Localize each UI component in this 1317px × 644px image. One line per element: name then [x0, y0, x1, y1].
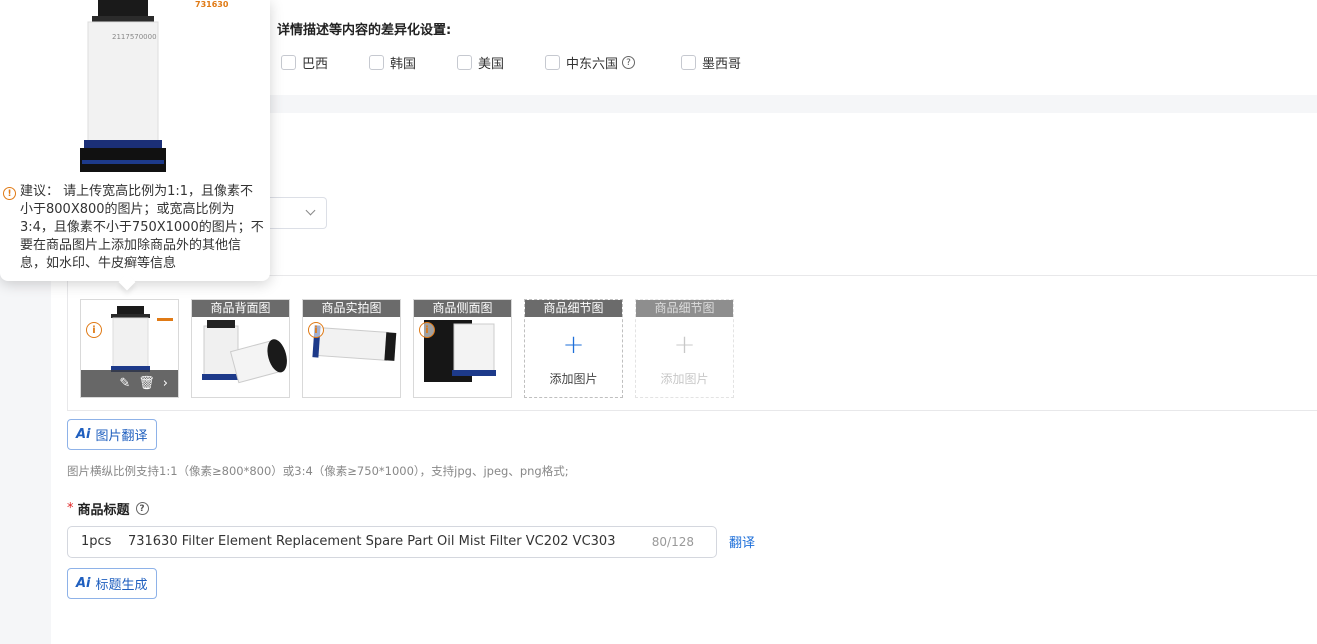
- brand-number: 731630: [195, 0, 229, 9]
- trash-icon[interactable]: 🗑: [138, 376, 155, 391]
- add-image-text: 添加图片: [660, 372, 709, 386]
- image-format-hint: 图片横纵比例支持1:1（像素≥800*800）或3:4（像素≥750*1000）…: [67, 464, 569, 478]
- chevron-right-icon[interactable]: ›: [163, 376, 168, 391]
- char-count: 80/128: [651, 535, 694, 549]
- region-option-label: 墨西哥: [702, 57, 742, 72]
- product-code: 2117570000: [112, 33, 157, 41]
- region-option-label: 美国: [478, 57, 505, 72]
- checkbox[interactable]: [369, 55, 384, 70]
- ai-icon: Ai: [76, 576, 91, 591]
- edit-icon[interactable]: ✎: [119, 376, 130, 391]
- region-option-korea[interactable]: 韩国: [369, 53, 416, 72]
- image-slot-back[interactable]: 商品背面图: [191, 299, 290, 398]
- add-image-text: 添加图片: [549, 372, 598, 386]
- image-tools-bar: ✎ 🗑 ›: [81, 370, 178, 397]
- help-icon[interactable]: ?: [622, 56, 636, 69]
- plus-icon: +: [673, 330, 696, 360]
- info-icon: !: [3, 187, 16, 200]
- image-translate-button[interactable]: Ai 图片翻译: [67, 419, 157, 450]
- region-option-usa[interactable]: 美国: [457, 53, 504, 72]
- product-title-value: 1pcs 731630 Filter Element Replacement S…: [81, 534, 616, 549]
- region-option-mexico[interactable]: 墨西哥: [681, 53, 741, 72]
- plus-icon: +: [562, 330, 585, 360]
- filter-preview-image: [80, 0, 166, 172]
- button-label: 图片翻译: [95, 429, 148, 444]
- product-title-text: 商品标题: [77, 503, 130, 518]
- warning-icon[interactable]: i: [308, 322, 324, 338]
- checkbox[interactable]: [681, 55, 696, 70]
- image-slot-label: 商品背面图: [192, 300, 289, 317]
- ai-icon: Ai: [76, 427, 91, 442]
- category-select[interactable]: [266, 197, 327, 229]
- image-slot-label: 商品细节图: [636, 300, 733, 317]
- translate-link[interactable]: 翻译: [729, 532, 755, 551]
- chevron-down-icon: [305, 205, 316, 216]
- product-title-label: * 商品标题 ?: [67, 499, 149, 518]
- image-slot-detail-add[interactable]: 商品细节图 + 添加图片: [524, 299, 623, 398]
- image-slot-label: 商品细节图: [525, 300, 622, 317]
- image-slot-label: 商品侧面图: [414, 300, 511, 317]
- required-mark: *: [67, 501, 74, 516]
- region-option-brazil[interactable]: 巴西: [281, 53, 328, 72]
- generate-title-button[interactable]: Ai 标题生成: [67, 568, 157, 599]
- button-label: 标题生成: [95, 578, 148, 593]
- region-option-label: 巴西: [302, 57, 329, 72]
- image-preview-popover: 731630 2117570000 ! 建议： 请上传宽高比例为1:1，且像素不…: [0, 0, 270, 281]
- product-title-input[interactable]: 1pcs 731630 Filter Element Replacement S…: [67, 526, 717, 558]
- checkbox[interactable]: [281, 55, 296, 70]
- image-slot-detail-disabled: 商品细节图 + 添加图片: [635, 299, 734, 398]
- upload-suggestion: 建议： 请上传宽高比例为1:1，且像素不小于800X800的图片；或宽高比例为3…: [20, 184, 264, 271]
- region-option-middle-east[interactable]: 中东六国 ?: [545, 53, 636, 72]
- checkbox[interactable]: [457, 55, 472, 70]
- warning-icon[interactable]: i: [419, 322, 435, 338]
- image-slot-main[interactable]: i ✎ 🗑 ›: [80, 299, 179, 398]
- image-slot-side[interactable]: 商品侧面图 i: [413, 299, 512, 398]
- region-settings-title: 详情描述等内容的差异化设置:: [277, 23, 452, 38]
- region-option-label: 韩国: [390, 57, 417, 72]
- checkbox[interactable]: [545, 55, 560, 70]
- region-option-label: 中东六国: [566, 57, 619, 72]
- image-slot-label: 商品实拍图: [303, 300, 400, 317]
- warning-icon[interactable]: i: [86, 322, 102, 338]
- image-slot-real-shot[interactable]: 商品实拍图 i: [302, 299, 401, 398]
- help-icon[interactable]: ?: [135, 502, 149, 515]
